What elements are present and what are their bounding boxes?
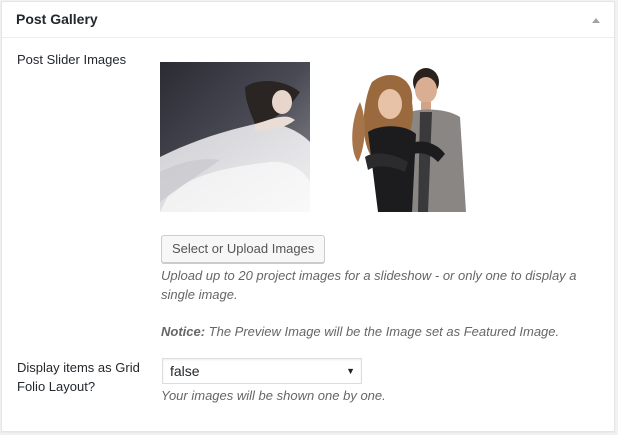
notice-text: The Preview Image will be the Image set … bbox=[205, 324, 560, 339]
dropdown-arrow-icon: ▼ bbox=[346, 366, 355, 376]
featured-image-notice: Notice: The Preview Image will be the Im… bbox=[161, 322, 559, 342]
grid-folio-label-line2: Folio Layout? bbox=[17, 379, 96, 394]
select-upload-images-button[interactable]: Select or Upload Images bbox=[161, 235, 326, 263]
notice-label: Notice: bbox=[161, 324, 206, 339]
grid-folio-selected-value: false bbox=[170, 363, 200, 379]
slider-image-thumb-1[interactable] bbox=[160, 62, 310, 212]
slider-image-thumb-2[interactable] bbox=[320, 62, 470, 212]
grid-folio-help-text: Your images will be shown one by one. bbox=[161, 388, 386, 403]
metabox-title: Post Gallery bbox=[16, 11, 98, 27]
slider-help-text-line2: single image. bbox=[161, 287, 238, 302]
triangle-up-icon[interactable] bbox=[588, 13, 604, 27]
grid-folio-select[interactable]: false ▼ bbox=[162, 358, 362, 384]
metabox-header[interactable]: Post Gallery bbox=[2, 2, 614, 38]
slider-images-label: Post Slider Images bbox=[17, 52, 127, 67]
slider-help-text-line1: Upload up to 20 project images for a sli… bbox=[161, 268, 577, 283]
grid-folio-label-line1: Display items as Grid bbox=[17, 360, 140, 375]
post-gallery-metabox: Post Gallery Post Slider Images Select o… bbox=[1, 1, 615, 432]
